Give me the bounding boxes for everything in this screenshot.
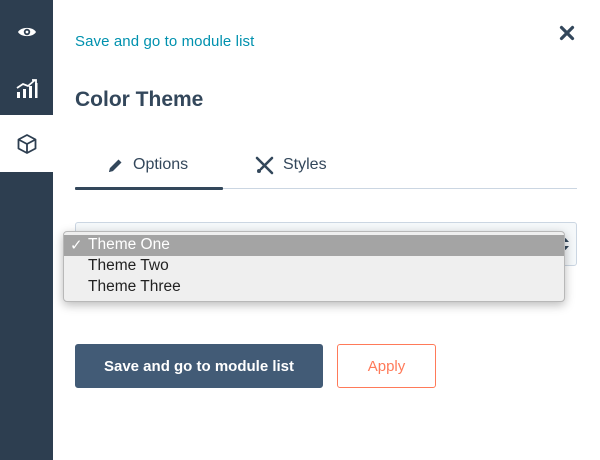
sidebar-item-preview[interactable]	[0, 3, 53, 60]
option-theme-one[interactable]: ✓ Theme One	[64, 235, 564, 256]
option-label: Theme One	[88, 236, 170, 253]
module-settings-panel: Save and go to module list Color Theme O…	[53, 0, 600, 460]
option-theme-two[interactable]: Theme Two	[64, 256, 564, 277]
active-tab-indicator	[75, 187, 223, 190]
apply-button[interactable]: Apply	[337, 344, 436, 388]
tab-bar: Options Styles	[75, 150, 577, 192]
pencil-icon	[107, 157, 133, 174]
eye-icon	[17, 25, 37, 39]
sidebar-rail	[0, 0, 53, 460]
close-icon	[559, 25, 575, 46]
tab-styles-label: Styles	[283, 156, 327, 173]
option-label: Theme Three	[88, 278, 181, 295]
brush-ruler-icon	[255, 156, 283, 175]
sidebar-item-analytics[interactable]	[0, 60, 53, 117]
module-cube-icon	[16, 133, 38, 155]
option-label: Theme Two	[88, 257, 169, 274]
tab-options[interactable]: Options	[107, 150, 188, 180]
page-title: Color Theme	[75, 88, 204, 111]
option-theme-three[interactable]: Theme Three	[64, 277, 564, 298]
checkmark-icon: ✓	[70, 237, 83, 254]
tab-options-label: Options	[133, 156, 189, 173]
save-and-go-to-module-list-link[interactable]: Save and go to module list	[75, 33, 254, 50]
save-and-go-to-module-list-button[interactable]: Save and go to module list	[75, 344, 323, 388]
close-button[interactable]	[556, 24, 578, 46]
color-theme-options-list: ✓ Theme One Theme Two Theme Three	[63, 231, 565, 302]
tab-styles[interactable]: Styles	[255, 150, 327, 180]
analytics-chart-icon	[16, 78, 38, 99]
sidebar-item-modules[interactable]	[0, 115, 53, 172]
